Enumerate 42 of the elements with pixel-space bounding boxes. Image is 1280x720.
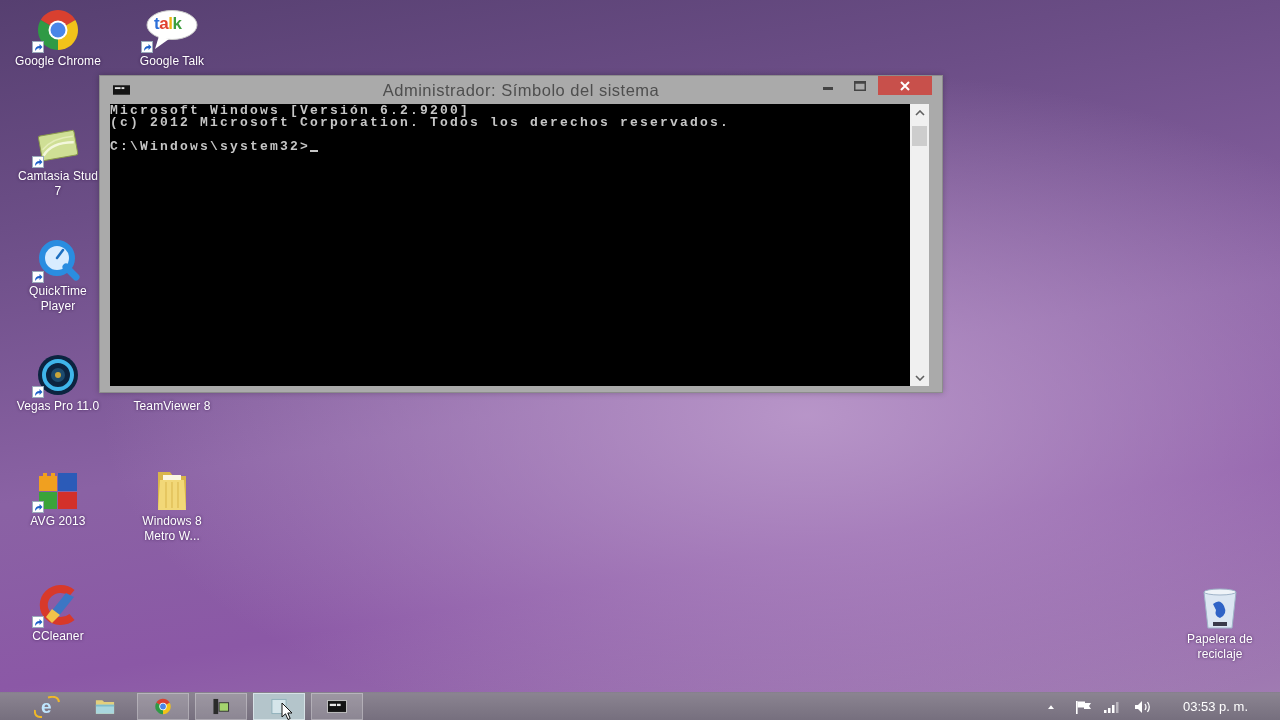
console-icon <box>327 698 347 715</box>
speaker-icon[interactable] <box>1133 699 1151 714</box>
signal-bars-icon[interactable] <box>1102 700 1119 713</box>
maximize-icon <box>854 80 866 91</box>
icon-label[interactable]: QuickTime Player <box>29 284 87 314</box>
dial-logo-icon[interactable] <box>36 238 80 282</box>
clock[interactable]: 03:53 p. m. <box>1182 699 1248 714</box>
close-icon <box>900 80 910 91</box>
close-button[interactable] <box>878 76 932 95</box>
logo-text: talk <box>154 14 182 34</box>
console-icon <box>113 85 130 95</box>
taskbar-button[interactable]: e <box>21 693 73 720</box>
console-line: Microsoft Windows [Versión 6.2.9200] <box>110 105 471 117</box>
icon-label[interactable]: Vegas Pro 11.0 <box>16 399 100 414</box>
icon-label[interactable]: AVG 2013 <box>30 514 86 529</box>
icon-label[interactable]: Google Talk <box>139 54 205 69</box>
flag-icon[interactable] <box>1074 699 1092 714</box>
icon-label[interactable]: CCleaner <box>32 629 84 644</box>
prompt-text: C:\Windows\system32> <box>110 141 311 153</box>
icon-label[interactable]: Papelera de reciclaje <box>1187 632 1253 662</box>
folder-icon <box>95 698 115 715</box>
disc-icon[interactable] <box>36 353 80 397</box>
mouse-pointer-icon <box>281 702 293 720</box>
icon-label[interactable]: Camtasia Stud 7 <box>18 169 98 199</box>
text-cursor <box>310 150 319 152</box>
trash-bin-icon[interactable] <box>1200 586 1240 630</box>
console-line: (c) 2012 Microsoft Corporation. Todos los derechos reservados. <box>110 117 732 129</box>
app-icon <box>211 698 231 715</box>
icon-label[interactable]: Windows 8 Metro W... <box>142 514 202 544</box>
minimize-icon <box>823 87 833 90</box>
scrollbar-thumb[interactable] <box>912 126 927 146</box>
scrollbar[interactable] <box>910 104 929 386</box>
chevron-up-icon <box>1047 704 1054 709</box>
window-title: Administrador: Símbolo del sistema <box>382 80 660 101</box>
chevron-up-icon <box>914 109 925 116</box>
ring-logo-icon <box>153 698 173 715</box>
ring-logo-icon[interactable] <box>36 8 80 52</box>
icon-label[interactable]: TeamViewer 8 <box>133 399 211 414</box>
taskbar-button[interactable] <box>253 693 305 720</box>
logo-text: e <box>41 697 52 715</box>
icon-label[interactable]: Google Chrome <box>15 54 101 69</box>
chevron-down-icon <box>914 374 925 381</box>
